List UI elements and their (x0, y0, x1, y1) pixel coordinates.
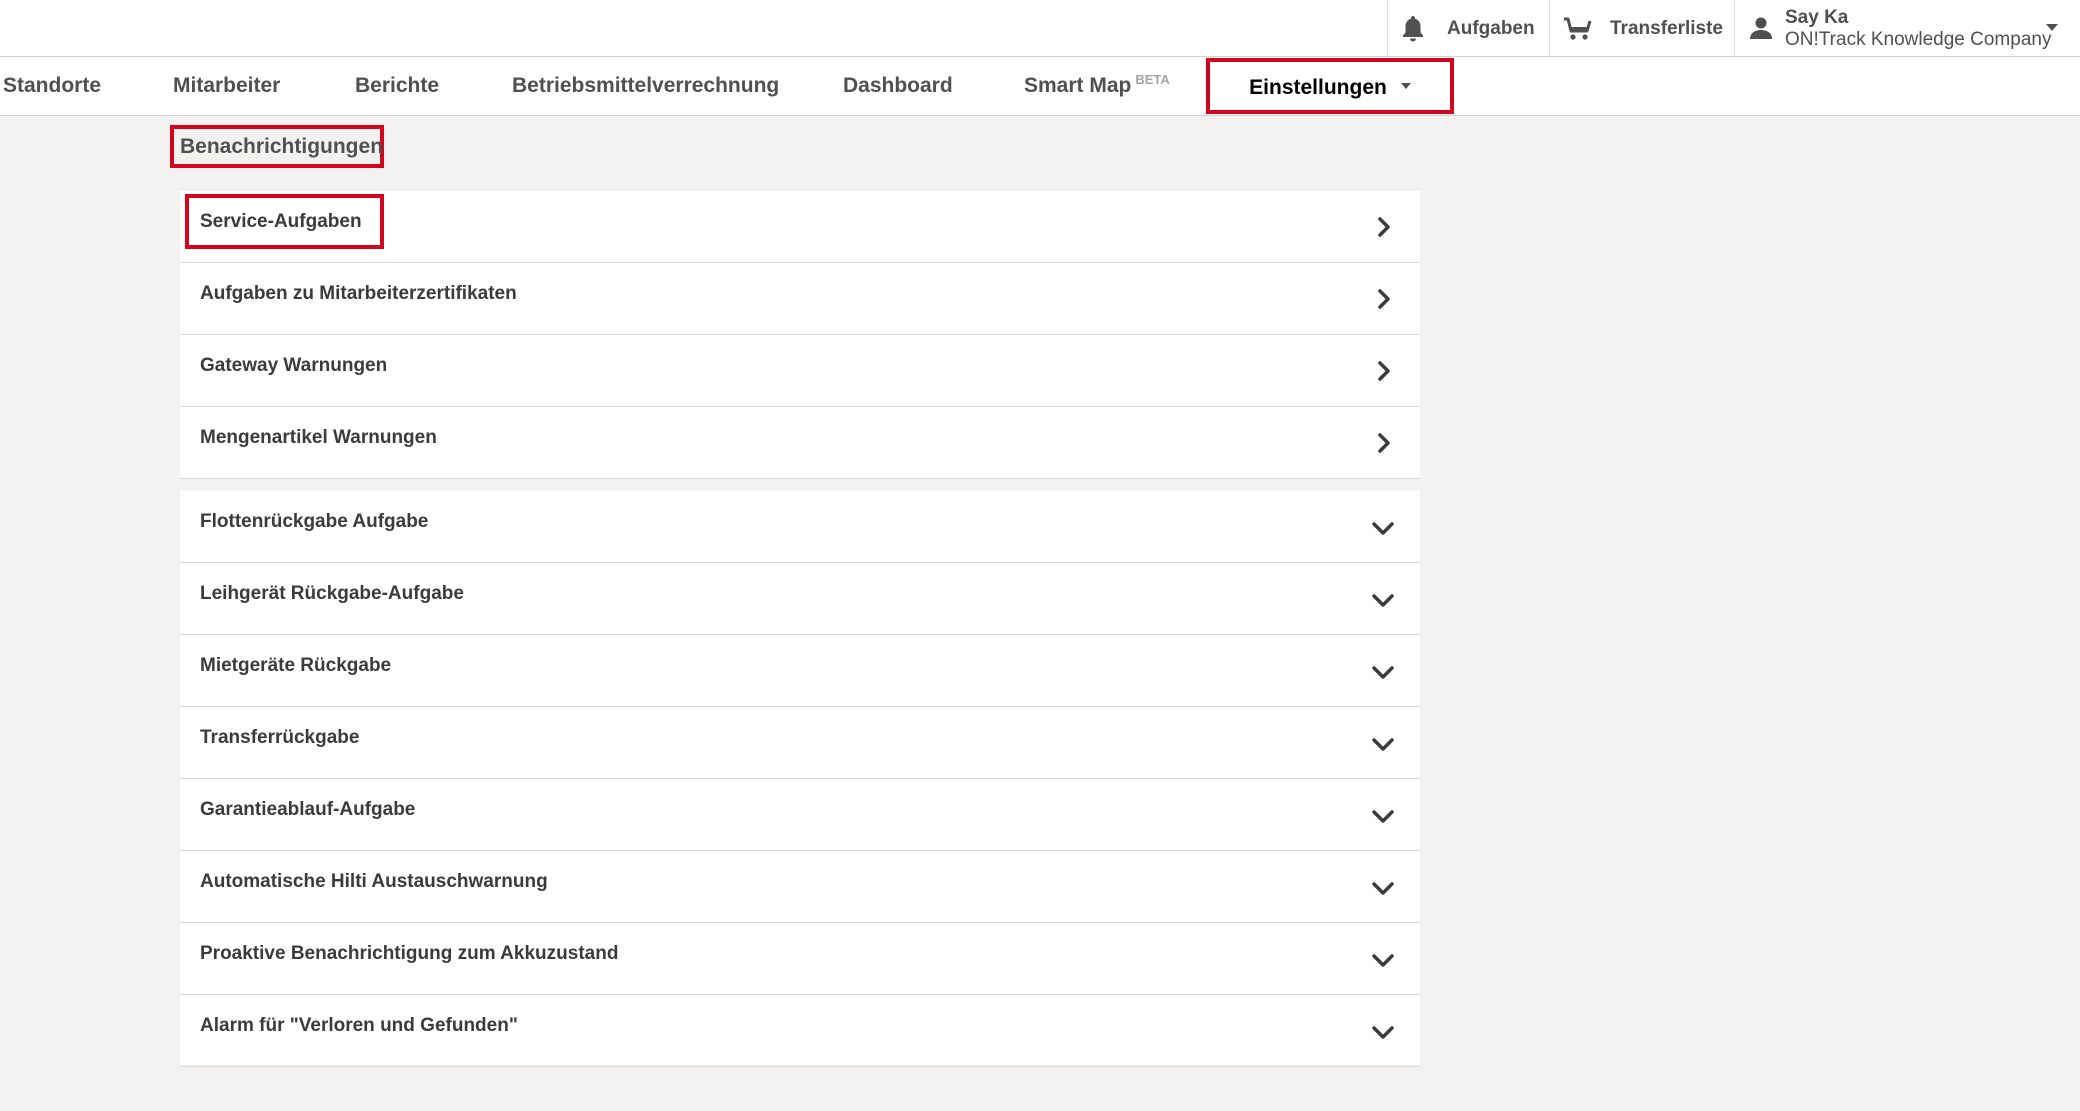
chevron-down-icon (1371, 593, 1395, 614)
nav-item-smart-map[interactable]: Smart Map BETA (1024, 57, 1170, 115)
list-item-label: Mengenartikel Warnungen (200, 427, 437, 448)
list-item-label: Aufgaben zu Mitarbeiterzertifikaten (200, 283, 517, 304)
nav-item-berichte[interactable]: Berichte (355, 57, 439, 115)
chevron-right-icon (1377, 216, 1393, 243)
company-name: ON!Track Knowledge Company (1785, 29, 2052, 50)
list-item-flottenrueckgabe[interactable]: Flottenrückgabe Aufgabe (180, 491, 1420, 563)
chevron-down-icon (1371, 665, 1395, 686)
list-item-label: Alarm für "Verloren und Gefunden" (200, 1015, 518, 1036)
caret-down-icon (1400, 83, 1411, 90)
notification-nav-list: Service-Aufgaben Aufgaben zu Mitarbeiter… (180, 191, 1420, 479)
list-item-akkuzustand[interactable]: Proaktive Benachrichtigung zum Akkuzusta… (180, 923, 1420, 995)
nav-item-standorte[interactable]: Standorte (3, 57, 101, 115)
nav-item-dashboard[interactable]: Dashboard (843, 57, 953, 115)
user-icon (1749, 15, 1773, 46)
list-item-garantieablauf[interactable]: Garantieablauf-Aufgabe (180, 779, 1420, 851)
chevron-down-icon (1371, 737, 1395, 758)
list-item-hilti-austauschwarnung[interactable]: Automatische Hilti Austauschwarnung (180, 851, 1420, 923)
chevron-down-icon (1371, 881, 1395, 902)
page-title: Benachrichtigungen (170, 125, 384, 168)
list-item-label: Mietgeräte Rückgabe (200, 655, 392, 676)
chevron-right-icon (1377, 360, 1393, 387)
tasks-button[interactable]: Aufgaben (1387, 0, 1549, 56)
list-item-label: Proaktive Benachrichtigung zum Akkuzusta… (200, 943, 619, 964)
user-name: Say Ka (1785, 7, 1849, 28)
tasks-label: Aufgaben (1447, 18, 1535, 39)
list-item-label: Transferrückgabe (200, 727, 360, 748)
chevron-down-icon (1371, 953, 1395, 974)
list-item-label: Flottenrückgabe Aufgabe (200, 511, 429, 532)
einstellungen-label: Einstellungen (1249, 76, 1387, 99)
list-item-leihgeraet-rueckgabe[interactable]: Leihgerät Rückgabe-Aufgabe (180, 563, 1420, 635)
list-item-mengenartikel-warnungen[interactable]: Mengenartikel Warnungen (180, 407, 1420, 479)
list-item-label: Service-Aufgaben (185, 194, 384, 249)
notification-expand-list: Flottenrückgabe Aufgabe Leihgerät Rückga… (180, 491, 1420, 1067)
list-item-mitarbeiterzertifikate[interactable]: Aufgaben zu Mitarbeiterzertifikaten (180, 263, 1420, 335)
chevron-down-icon (1371, 1025, 1395, 1046)
list-item-label: Garantieablauf-Aufgabe (200, 799, 416, 820)
list-item-transferrueckgabe[interactable]: Transferrückgabe (180, 707, 1420, 779)
list-item-mietgeraete-rueckgabe[interactable]: Mietgeräte Rückgabe (180, 635, 1420, 707)
list-item-label: Gateway Warnungen (200, 355, 388, 376)
chevron-down-icon (1371, 521, 1395, 542)
cart-icon (1562, 15, 1594, 46)
nav-item-einstellungen[interactable]: Einstellungen (1206, 58, 1454, 114)
bell-icon (1400, 14, 1426, 47)
list-item-gateway-warnungen[interactable]: Gateway Warnungen (180, 335, 1420, 407)
nav-item-mitarbeiter[interactable]: Mitarbeiter (173, 57, 280, 115)
beta-badge: BETA (1135, 72, 1170, 87)
top-utility-bar: Aufgaben Transferliste Say Ka ON!Track K… (0, 0, 2080, 57)
transfer-list-button[interactable]: Transferliste (1549, 0, 1734, 56)
list-item-verloren-gefunden[interactable]: Alarm für "Verloren und Gefunden" (180, 995, 1420, 1067)
chevron-right-icon (1377, 432, 1393, 459)
list-item-label: Automatische Hilti Austauschwarnung (200, 871, 548, 892)
transfer-list-label: Transferliste (1610, 18, 1723, 39)
smart-map-label: Smart Map (1024, 74, 1132, 97)
caret-down-icon[interactable] (2046, 24, 2058, 31)
list-item-service-aufgaben[interactable]: Service-Aufgaben (180, 191, 1420, 263)
list-item-label: Leihgerät Rückgabe-Aufgabe (200, 583, 464, 604)
chevron-right-icon (1377, 288, 1393, 315)
user-menu[interactable]: Say Ka ON!Track Knowledge Company (1734, 0, 2080, 56)
nav-item-betriebsmittelverrechnung[interactable]: Betriebsmittelverrechnung (512, 57, 779, 115)
chevron-down-icon (1371, 809, 1395, 830)
main-navigation: Standorte Mitarbeiter Berichte Betriebsm… (0, 57, 2080, 116)
